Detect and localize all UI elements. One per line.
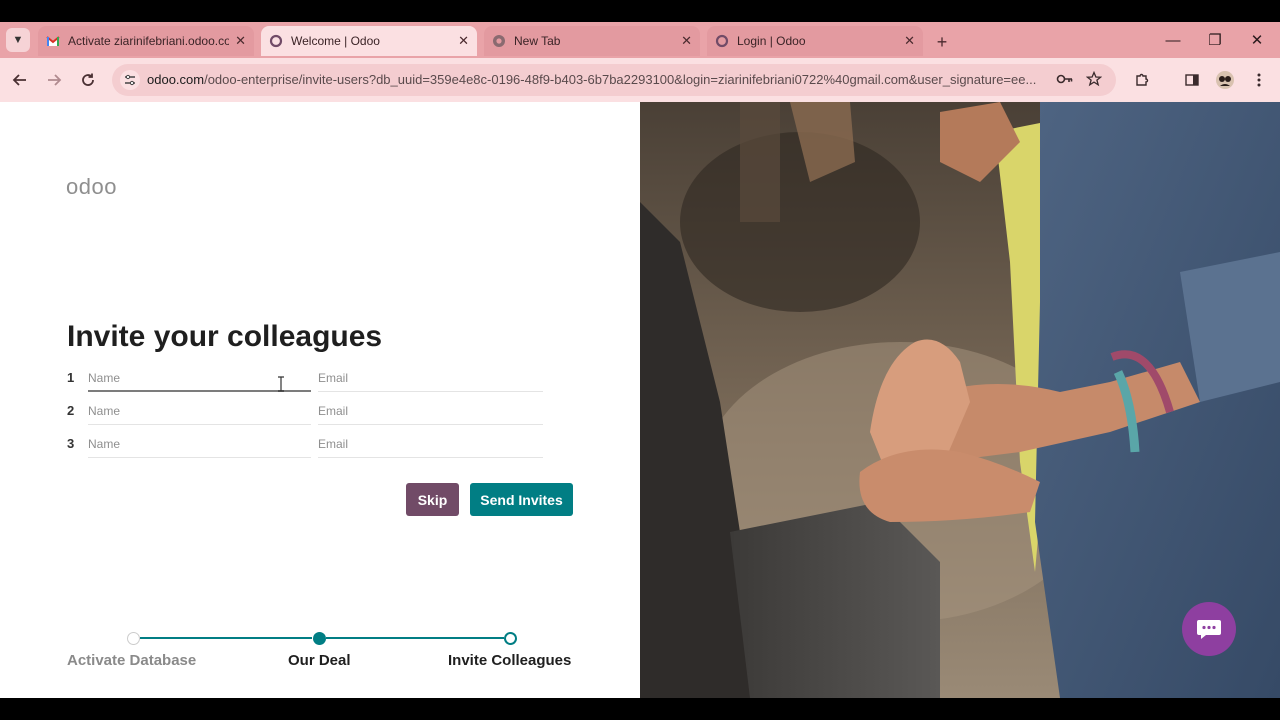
- text-cursor-icon: [277, 376, 285, 397]
- close-tab-icon[interactable]: ✕: [904, 33, 915, 49]
- step-dot-invite: [504, 632, 517, 645]
- email-input[interactable]: Email: [318, 403, 543, 425]
- close-tab-icon[interactable]: ✕: [235, 33, 246, 49]
- minimize-icon: —: [1165, 31, 1181, 49]
- step-label-deal: Our Deal: [288, 652, 351, 669]
- send-invites-button[interactable]: Send Invites: [470, 483, 573, 516]
- row-number: 3: [67, 436, 75, 451]
- name-input[interactable]: Name: [88, 403, 311, 425]
- close-tab-icon[interactable]: ✕: [681, 33, 692, 49]
- new-tab-button[interactable]: +: [930, 30, 954, 54]
- invite-row: 2 Name Email: [67, 403, 547, 427]
- title-prefix: Invite your: [67, 320, 228, 353]
- browser-toolbar: odoo.com/odoo-enterprise/invite-users?db…: [0, 58, 1280, 102]
- reload-icon: [82, 73, 94, 86]
- url-host: odoo.com: [147, 72, 205, 87]
- chat-button[interactable]: [1182, 602, 1236, 656]
- hero-photo: [640, 102, 1280, 698]
- tab-login[interactable]: Login | Odoo ✕: [707, 26, 923, 56]
- email-input[interactable]: Email: [318, 370, 543, 392]
- invite-panel: odoo Invite your colleagues 1 Name Email…: [0, 102, 640, 698]
- restore-icon: ❐: [1208, 32, 1222, 49]
- step-dot-activate: [127, 632, 140, 645]
- odoo-icon: [715, 34, 729, 48]
- progress-connector: [140, 637, 312, 639]
- tab-welcome[interactable]: Welcome | Odoo ✕: [261, 26, 477, 56]
- side-panel-icon: [1185, 74, 1199, 86]
- close-window-button[interactable]: ✕: [1236, 22, 1278, 58]
- tab-search-button[interactable]: ▼: [6, 28, 30, 52]
- browser-tab-strip: ▼ Activate ziarinifebriani.odoo.co ✕ Wel…: [0, 22, 1280, 58]
- puzzle-icon: [1136, 73, 1149, 86]
- more-vertical-icon: [1257, 73, 1261, 87]
- name-input[interactable]: Name: [88, 436, 311, 458]
- row-number: 1: [67, 370, 75, 385]
- url-text[interactable]: odoo.com/odoo-enterprise/invite-users?db…: [147, 72, 1047, 87]
- skip-button[interactable]: Skip: [406, 483, 459, 516]
- close-icon: ✕: [1250, 32, 1264, 49]
- step-label-activate: Activate Database: [67, 652, 197, 669]
- side-panel-button[interactable]: [1180, 68, 1204, 92]
- back-button[interactable]: [8, 68, 32, 92]
- tab-activate[interactable]: Activate ziarinifebriani.odoo.co ✕: [38, 26, 254, 56]
- tab-title: Activate ziarinifebriani.odoo.co: [68, 34, 230, 48]
- invite-row: 1 Name Email: [67, 370, 547, 394]
- tab-title: Login | Odoo: [737, 34, 806, 48]
- invite-row: 3 Name Email: [67, 436, 547, 460]
- tab-new-tab[interactable]: New Tab ✕: [484, 26, 700, 56]
- forward-button[interactable]: [42, 68, 66, 92]
- avatar-icon: [1216, 71, 1234, 89]
- step-dot-deal: [313, 632, 326, 645]
- chevron-down-icon: ▼: [12, 34, 24, 46]
- browser-menu-button[interactable]: [1247, 68, 1271, 92]
- url-path: /odoo-enterprise/invite-users?db_uuid=35…: [204, 72, 1037, 87]
- odoo-logo: odoo: [66, 174, 117, 199]
- odoo-icon: [269, 34, 283, 48]
- row-number: 2: [67, 403, 75, 418]
- arrow-left-icon: [12, 74, 26, 86]
- plus-icon: +: [936, 31, 948, 52]
- helping-hands-photo: [640, 102, 1280, 698]
- close-tab-icon[interactable]: ✕: [458, 33, 469, 49]
- video-letterbox-top: [0, 0, 1280, 22]
- profile-avatar[interactable]: [1213, 68, 1237, 92]
- restore-button[interactable]: ❐: [1194, 22, 1236, 58]
- address-bar[interactable]: odoo.com/odoo-enterprise/invite-users?db…: [112, 64, 1116, 96]
- site-info-icon[interactable]: [120, 70, 140, 90]
- email-input[interactable]: Email: [318, 436, 543, 458]
- tab-title: New Tab: [514, 34, 561, 48]
- chrome-icon: [493, 35, 505, 47]
- tab-title: Welcome | Odoo: [291, 34, 380, 48]
- arrow-right-icon: [48, 74, 62, 86]
- minimize-button[interactable]: —: [1152, 22, 1194, 58]
- title-bold: colleagues: [227, 320, 383, 353]
- password-key-icon[interactable]: [1056, 71, 1074, 90]
- gmail-icon: [46, 36, 60, 46]
- step-label-invite: Invite Colleagues: [448, 652, 572, 669]
- extensions-button[interactable]: [1130, 68, 1154, 92]
- progress-connector: [326, 637, 504, 639]
- bookmark-star-icon[interactable]: [1085, 70, 1103, 90]
- reload-button[interactable]: [76, 68, 100, 92]
- page-title: Invite your colleagues: [67, 320, 382, 354]
- chat-icon: [1197, 620, 1221, 639]
- video-letterbox-bottom: [0, 698, 1280, 720]
